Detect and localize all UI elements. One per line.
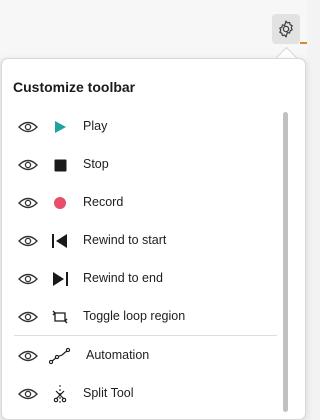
record-icon [49,194,71,212]
rewind-to-end-icon [49,270,71,288]
edge-accent [300,42,307,44]
menu-item-label: Automation [86,348,150,362]
scrollbar-thumb[interactable] [283,112,288,412]
gear-icon [279,20,293,38]
eye-icon[interactable] [18,196,38,210]
menu-item-label: Split Tool [83,386,134,400]
menu-item-label: Toggle loop region [83,309,186,323]
customize-toolbar-popover: Customize toolbar Play Stop Record Rewin… [1,58,306,420]
eye-icon[interactable] [18,310,38,324]
automation-icon [49,347,71,365]
menu-item-label: Rewind to end [83,271,163,285]
eye-icon[interactable] [18,387,38,401]
menu-item-label: Stop [83,157,109,171]
menu-item-rewind-to-start[interactable]: Rewind to start [2,224,284,258]
popover-title: Customize toolbar [13,79,136,95]
stop-icon [49,156,71,174]
play-icon [49,118,71,136]
loop-icon [49,308,71,326]
menu-item-toggle-loop-region[interactable]: Toggle loop region [2,300,284,334]
menu-item-rewind-to-end[interactable]: Rewind to end [2,262,284,296]
menu-item-stop[interactable]: Stop [2,148,284,182]
eye-icon[interactable] [18,158,38,172]
menu-item-split-tool[interactable]: Split Tool [2,377,284,411]
menu-item-play[interactable]: Play [2,110,284,144]
menu-item-record[interactable]: Record [2,186,284,220]
menu-item-label: Play [83,119,108,133]
top-toolbar [0,0,307,58]
split-tool-icon [49,385,71,403]
rewind-to-start-icon [49,232,71,250]
eye-icon[interactable] [18,349,38,363]
menu-separator [14,335,277,336]
menu-item-label: Record [83,195,124,209]
eye-icon[interactable] [18,272,38,286]
menu-item-automation[interactable]: Automation [2,339,284,373]
eye-icon[interactable] [18,120,38,134]
menu-item-label: Rewind to start [83,233,167,247]
eye-icon[interactable] [18,234,38,248]
toolbar-settings-button[interactable] [272,14,300,44]
